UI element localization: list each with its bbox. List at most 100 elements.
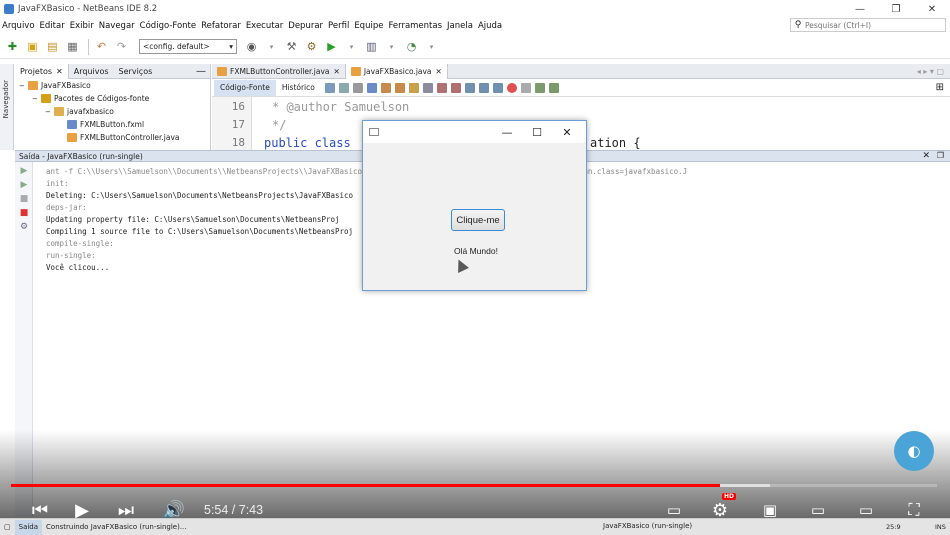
- tree-toggle-icon[interactable]: −: [32, 95, 41, 103]
- maximize-panel-icon[interactable]: ❐: [937, 151, 944, 160]
- tree-item[interactable]: − JavaFXBasico: [15, 79, 210, 92]
- back-icon[interactable]: [338, 82, 349, 93]
- tab-fxmlbuttoncontroller[interactable]: FXMLButtonController.java ✕: [212, 63, 346, 79]
- menu-depurar[interactable]: Depurar: [288, 21, 323, 31]
- hello-label: Olá Mundo!: [454, 246, 498, 256]
- settings-icon[interactable]: ⚙: [19, 222, 29, 232]
- tree-item[interactable]: − javafxbasico: [15, 105, 210, 118]
- clique-me-button[interactable]: Clique-me: [451, 209, 505, 231]
- minimize-button[interactable]: —: [842, 0, 878, 18]
- toggle-bookmark-icon[interactable]: [464, 82, 475, 93]
- tab-projetos[interactable]: Projetos ✕: [15, 63, 69, 79]
- navigator-label[interactable]: Navegador: [2, 80, 10, 118]
- close-icon[interactable]: ✕: [922, 151, 930, 161]
- new-file-icon[interactable]: ✚: [4, 38, 21, 55]
- build-hammer-icon[interactable]: ⚒: [283, 38, 300, 55]
- run-icon[interactable]: ▶: [323, 38, 340, 55]
- debug-icon[interactable]: ▥: [363, 38, 380, 55]
- toggle-rect-select-icon[interactable]: [422, 82, 433, 93]
- comment-icon[interactable]: [534, 82, 545, 93]
- undo-icon[interactable]: ↶: [93, 38, 110, 55]
- rerun-modified-icon[interactable]: ▶: [19, 180, 29, 190]
- stop-icon[interactable]: ■: [19, 208, 29, 218]
- menu-codigo-fonte[interactable]: Código-Fonte: [140, 21, 196, 31]
- close-icon[interactable]: ✕: [436, 67, 442, 76]
- redo-icon[interactable]: ↷: [113, 38, 130, 55]
- maximize-button[interactable]: ❐: [878, 0, 914, 18]
- config-select[interactable]: <config. default> ▾: [139, 39, 237, 54]
- stop-macro-icon[interactable]: [520, 82, 531, 93]
- shift-right-icon[interactable]: [492, 82, 503, 93]
- hd-badge: HD: [722, 493, 737, 500]
- last-edit-icon[interactable]: [324, 82, 335, 93]
- menu-ferramentas[interactable]: Ferramentas: [388, 21, 442, 31]
- menu-equipe[interactable]: Equipe: [354, 21, 383, 31]
- save-all-icon[interactable]: ▦: [64, 38, 81, 55]
- expand-icon[interactable]: ⊞: [936, 82, 944, 93]
- tab-label: Projetos: [20, 66, 53, 76]
- chevron-down-icon[interactable]: ▾: [263, 38, 280, 55]
- view-codigo-fonte[interactable]: Código-Fonte: [214, 79, 276, 96]
- profile-icon[interactable]: ◔: [403, 38, 420, 55]
- globe-icon[interactable]: ◉: [243, 38, 260, 55]
- status-tab-saida[interactable]: Saída: [14, 519, 43, 535]
- line-number: 16: [231, 100, 245, 113]
- status-bar: ▢ Saída Construindo JavaFXBasico (run-si…: [0, 518, 950, 535]
- tree-node-icon: [54, 107, 64, 116]
- toggle-highlight-icon[interactable]: [408, 82, 419, 93]
- menu-exibir[interactable]: Exibir: [70, 21, 94, 31]
- fx-close-button[interactable]: ✕: [552, 121, 582, 143]
- video-progress-bar[interactable]: [11, 484, 937, 487]
- find-previous-icon[interactable]: [380, 82, 391, 93]
- chevron-down-icon[interactable]: ▾: [343, 38, 360, 55]
- menu-arquivo[interactable]: Arquivo: [2, 21, 35, 31]
- new-project-icon[interactable]: ▣: [24, 38, 41, 55]
- menu-ajuda[interactable]: Ajuda: [478, 21, 502, 31]
- menu-navegar[interactable]: Navegar: [99, 21, 135, 31]
- minimize-panel-icon[interactable]: —: [196, 66, 206, 77]
- next-bookmark-icon[interactable]: [450, 82, 461, 93]
- tab-servicos[interactable]: Serviços: [114, 64, 158, 79]
- uncomment-icon[interactable]: [548, 82, 559, 93]
- open-project-icon[interactable]: ▤: [44, 38, 61, 55]
- stop-output-icon[interactable]: ■: [19, 194, 29, 204]
- tree-item[interactable]: FXMLButtonController.java: [15, 131, 210, 144]
- search-input[interactable]: [805, 20, 943, 30]
- find-icon[interactable]: [366, 82, 377, 93]
- channel-logo-icon[interactable]: ◐: [894, 431, 934, 471]
- tree-item-label: FXMLButton.fxml: [80, 120, 145, 129]
- tab-javafxbasico[interactable]: JavaFXBasico.java ✕: [345, 63, 448, 79]
- forward-icon[interactable]: [352, 82, 363, 93]
- menu-refatorar[interactable]: Refatorar: [201, 21, 241, 31]
- view-historico[interactable]: Histórico: [276, 80, 321, 96]
- tree-item-label: FXMLButtonController.java: [80, 133, 180, 142]
- find-next-icon[interactable]: [394, 82, 405, 93]
- rerun-icon[interactable]: ▶: [19, 166, 29, 176]
- tree-item[interactable]: − Pacotes de Códigos-fonte: [15, 92, 210, 105]
- chevron-down-icon[interactable]: ▾: [423, 38, 440, 55]
- tree-toggle-icon[interactable]: −: [19, 82, 28, 90]
- close-icon[interactable]: ✕: [334, 67, 340, 76]
- menu-janela[interactable]: Janela: [447, 21, 473, 31]
- menu-perfil[interactable]: Perfil: [328, 21, 349, 31]
- tree-item[interactable]: FXMLButton.fxml: [15, 118, 210, 131]
- tab-arquivos[interactable]: Arquivos: [69, 64, 114, 79]
- menu-editar[interactable]: Editar: [40, 21, 65, 31]
- java-file-icon: [217, 66, 227, 76]
- close-icon[interactable]: ✕: [56, 67, 63, 76]
- menu-executar[interactable]: Executar: [246, 21, 283, 31]
- status-window-icon[interactable]: ▢: [0, 520, 15, 535]
- main-toolbar: ✚ ▣ ▤ ▦ ↶ ↷ <config. default> ▾ ◉ ▾ ⚒ ⚙ …: [0, 35, 950, 59]
- fx-minimize-button[interactable]: —: [492, 121, 522, 143]
- status-caret-position: 25:9: [886, 523, 901, 531]
- code-line: public class: [264, 136, 351, 150]
- tab-scroll-icons[interactable]: ◂ ▸ ▾ ▢: [917, 67, 944, 76]
- previous-bookmark-icon[interactable]: [436, 82, 447, 93]
- tree-toggle-icon[interactable]: −: [45, 108, 54, 116]
- close-button[interactable]: ✕: [914, 0, 950, 18]
- fx-maximize-button[interactable]: ☐: [522, 121, 552, 143]
- chevron-down-icon[interactable]: ▾: [383, 38, 400, 55]
- start-macro-icon[interactable]: [506, 82, 517, 93]
- shift-left-icon[interactable]: [478, 82, 489, 93]
- clean-build-icon[interactable]: ⚙: [303, 38, 320, 55]
